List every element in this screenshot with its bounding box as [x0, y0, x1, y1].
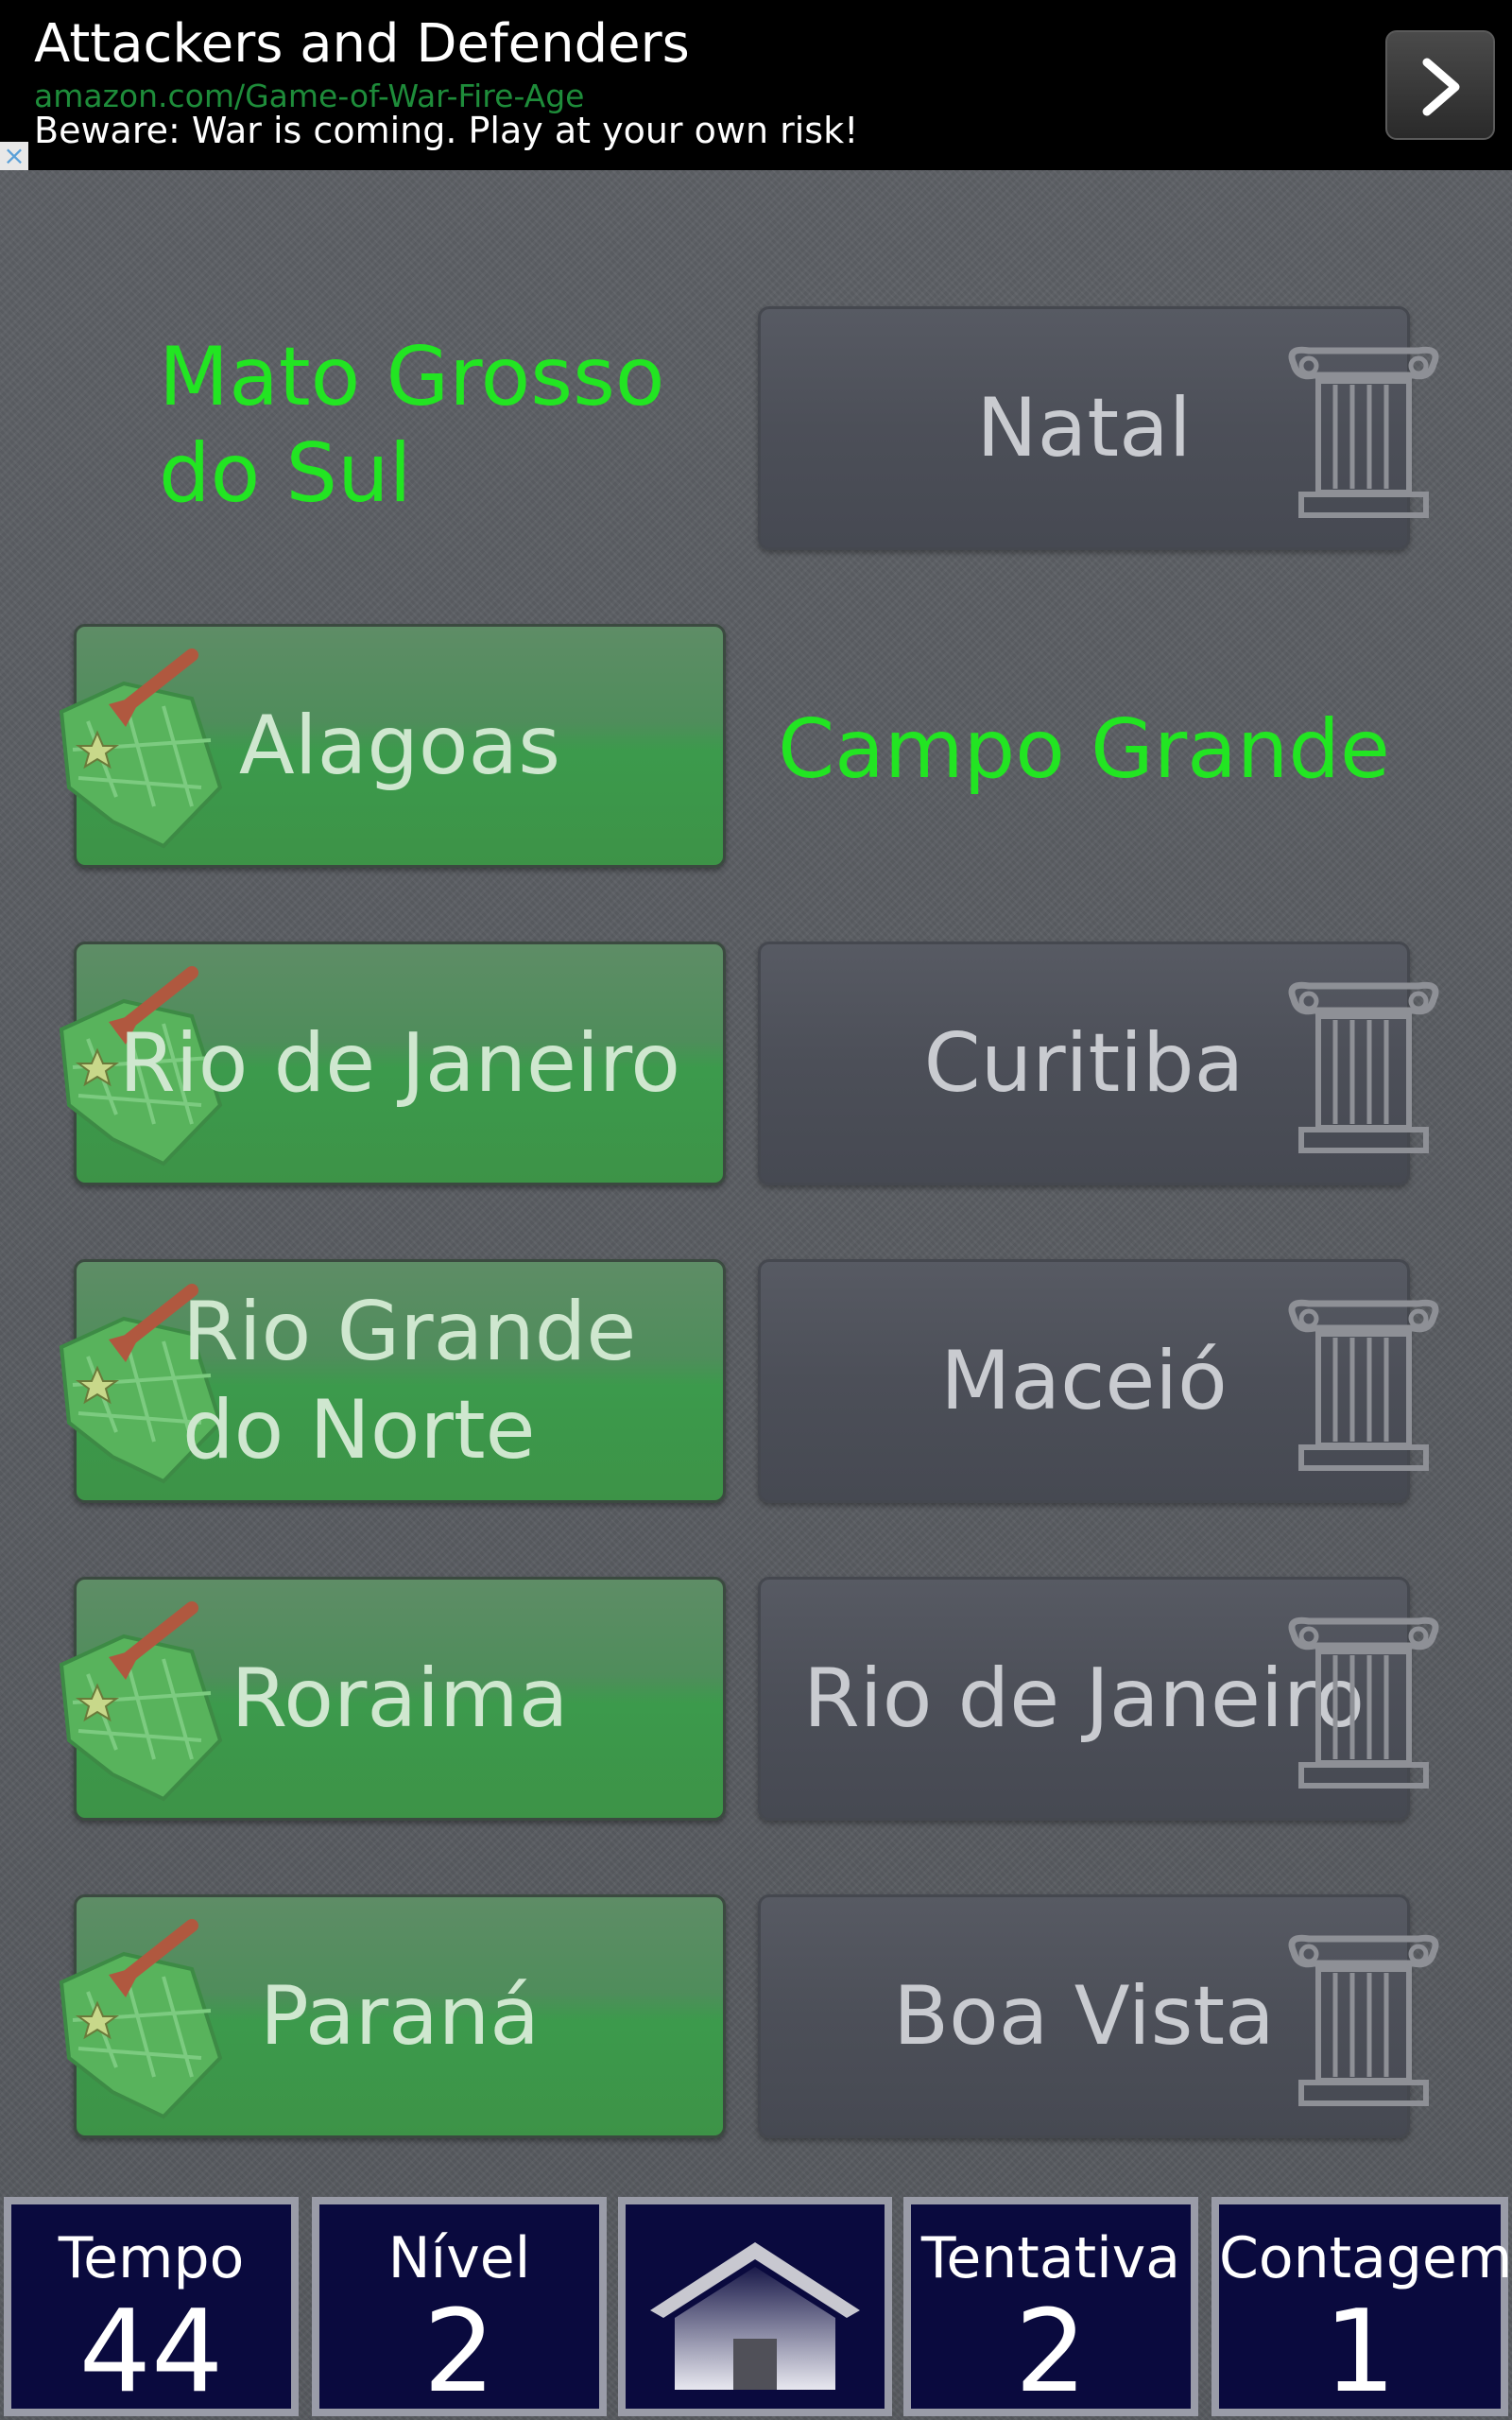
- time-stat: Tempo 44: [4, 2197, 299, 2416]
- state-tile[interactable]: Rio Grande do Norte: [59, 1259, 726, 1503]
- home-button[interactable]: [618, 2197, 892, 2416]
- capital-tile[interactable]: Rio de Janeiro: [758, 1577, 1439, 1821]
- matched-capital-text: Campo Grande: [778, 702, 1390, 797]
- level-label: Nível: [387, 2225, 531, 2291]
- state-tile[interactable]: Rio de Janeiro: [59, 942, 726, 1185]
- column-icon: [1288, 981, 1439, 1153]
- count-stat: Contagem 1: [1211, 2197, 1512, 2418]
- state-label: Paraná: [260, 1969, 540, 2064]
- column-icon: [1288, 1616, 1439, 1789]
- state-tile[interactable]: Alagoas: [59, 624, 726, 868]
- chevron-right-icon: [1422, 58, 1460, 116]
- capital-tile[interactable]: Natal: [758, 306, 1439, 550]
- column-icon: [1288, 346, 1439, 518]
- capital-tile[interactable]: Maceió: [758, 1259, 1439, 1503]
- state-tile[interactable]: Paraná: [59, 1894, 726, 2138]
- state-label: Rio de Janeiro: [119, 1016, 680, 1111]
- state-label: Alagoas: [238, 699, 561, 793]
- level-value: 2: [422, 2287, 496, 2418]
- count-label: Contagem: [1219, 2225, 1512, 2291]
- capital-tile[interactable]: Curitiba: [758, 942, 1439, 1185]
- time-label: Tempo: [58, 2225, 245, 2291]
- ad-next-button[interactable]: [1385, 30, 1495, 140]
- ad-close-icon[interactable]: ×: [0, 142, 28, 170]
- time-value: 44: [78, 2287, 224, 2418]
- ad-banner[interactable]: × Attackers and Defenders amazon.com/Gam…: [0, 0, 1512, 170]
- home-icon: [650, 2242, 860, 2390]
- ad-title[interactable]: Attackers and Defenders: [34, 13, 690, 75]
- column-icon: [1288, 1934, 1439, 2106]
- level-stat: Nível 2: [312, 2197, 607, 2416]
- attempt-stat: Tentativa 2: [903, 2197, 1198, 2416]
- state-label: Roraima: [231, 1651, 569, 1746]
- attempt-value: 2: [1014, 2287, 1088, 2418]
- matched-state-text: Mato Grosso do Sul: [159, 330, 665, 521]
- state-label: Rio Grande do Norte: [182, 1285, 637, 1478]
- column-icon: [1288, 1299, 1439, 1471]
- count-value: 1: [1323, 2287, 1397, 2418]
- state-tile[interactable]: Roraima: [59, 1577, 726, 1821]
- capital-tile[interactable]: Boa Vista: [758, 1894, 1439, 2138]
- attempt-label: Tentativa: [920, 2225, 1181, 2291]
- ad-description: Beware: War is coming. Play at your own …: [34, 110, 859, 151]
